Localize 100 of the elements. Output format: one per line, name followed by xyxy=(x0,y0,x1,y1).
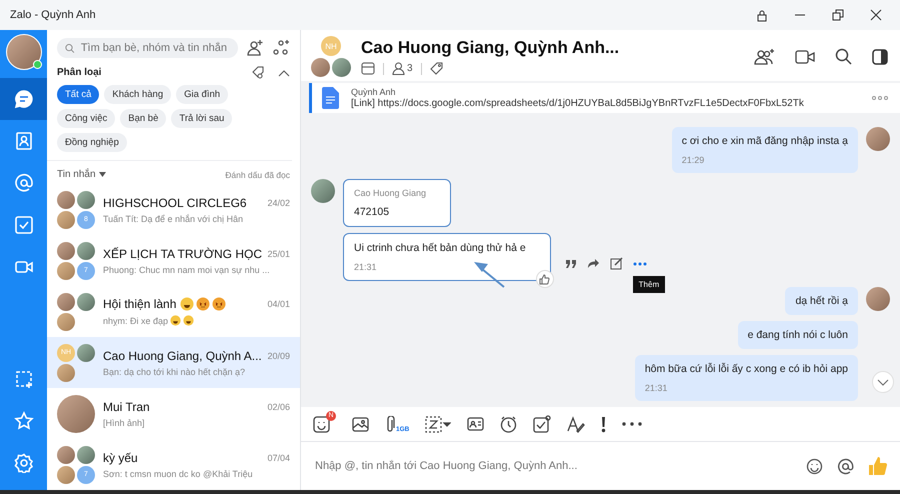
message-preview: Bạn: dạ cho tới khi nào hết chặn ạ? xyxy=(103,366,246,376)
message-text: dạ hết rồi ạ xyxy=(795,295,848,307)
conversation-time: 04/01 xyxy=(267,299,290,309)
conversation-time: 02/06 xyxy=(267,402,290,412)
emoji-icon xyxy=(212,297,226,311)
conversation-time: 07/04 xyxy=(267,452,290,462)
member-avatar xyxy=(57,446,75,464)
chat-nav-icon[interactable] xyxy=(0,78,47,120)
member-avatar xyxy=(57,292,75,310)
member-avatar xyxy=(311,58,330,77)
text-format-icon[interactable] xyxy=(567,416,586,432)
image-icon[interactable] xyxy=(352,416,369,432)
message-preview: Tuấn Tít: Dạ để e nhắn với chị Hân xyxy=(103,214,243,224)
person-icon xyxy=(392,62,405,75)
close-icon[interactable] xyxy=(870,8,882,20)
forward-icon[interactable] xyxy=(586,258,600,268)
create-group-icon[interactable] xyxy=(272,39,290,57)
conversation-item[interactable]: Mui Tran 02/06 [Hình ảnh] xyxy=(47,388,300,439)
like-button[interactable] xyxy=(536,270,554,288)
scroll-down-button[interactable] xyxy=(872,371,894,393)
filter-chip[interactable]: Trả lời sau xyxy=(171,109,232,128)
collapse-icon[interactable] xyxy=(278,68,290,76)
message-preview: [Hình ảnh] xyxy=(103,418,145,428)
video-call-icon[interactable] xyxy=(795,48,815,64)
sticker-icon xyxy=(313,416,330,432)
filter-chip[interactable]: Đồng nghiệp xyxy=(57,133,127,152)
filter-chip[interactable]: Khách hàng xyxy=(104,85,172,104)
message-time: 21:31 xyxy=(354,262,378,272)
tag-settings-icon[interactable] xyxy=(251,66,264,79)
conversation-name: XẾP LỊCH TA TRƯỜNG HỌC xyxy=(103,246,262,260)
member-avatar xyxy=(77,242,95,260)
task-icon[interactable] xyxy=(533,415,552,433)
folder-icon[interactable] xyxy=(361,62,375,75)
pinned-message-bar[interactable]: Quỳnh Anh [Link] https://docs.google.com/spreadsheets/d/1j0HZUYBaL8d5BiJgYBnRTvzFL1e5DectxF0FbxL52Tk xyxy=(309,83,900,113)
sidebar-toggle-icon[interactable] xyxy=(872,48,888,64)
urgent-icon[interactable] xyxy=(601,416,606,432)
tag-icon[interactable] xyxy=(430,62,443,75)
member-avatar xyxy=(57,466,75,484)
caret-icon xyxy=(98,172,106,177)
conversation-name: Hội thiện lành xyxy=(103,297,176,311)
mention-icon[interactable] xyxy=(837,458,854,474)
window-title: Zalo - Quỳnh Anh xyxy=(10,9,96,21)
edit-icon[interactable] xyxy=(610,257,623,270)
paperclip-icon xyxy=(385,416,395,432)
search-icon xyxy=(65,42,75,54)
message-preview: Sơn: t cmsn muon dc ko @Khải Triệu xyxy=(103,468,253,478)
thumbs-up-icon[interactable] xyxy=(868,456,888,476)
conversation-name: Mui Tran xyxy=(103,400,150,414)
message-text: e đang tính nói c luôn xyxy=(748,329,848,341)
contact-avatar xyxy=(57,394,95,432)
document-icon xyxy=(322,87,339,109)
conversation-time: 25/01 xyxy=(267,248,290,258)
member-avatar xyxy=(77,190,95,208)
emoji-icon[interactable] xyxy=(806,458,823,474)
message-text: 472105 xyxy=(354,206,390,218)
member-avatar xyxy=(57,262,75,280)
quote-icon[interactable] xyxy=(564,258,577,268)
message-preview: nhỵm: Đi xe đạp xyxy=(103,316,168,326)
reminder-clock-icon[interactable] xyxy=(500,416,518,432)
emoji-icon xyxy=(180,297,194,311)
chat-title: Cao Huong Giang, Quỳnh Anh... xyxy=(361,38,620,58)
add-member-icon[interactable] xyxy=(753,48,775,66)
mark-as-read-link[interactable]: Đánh dấu đã đọc xyxy=(225,170,290,180)
conversation-time: 24/02 xyxy=(267,198,290,208)
filter-chip[interactable]: Tất cả xyxy=(57,85,100,104)
member-avatar xyxy=(77,292,95,310)
message-sender: Cao Huong Giang xyxy=(354,188,426,198)
message-preview: Phuong: Chuc mn nam moi vạn sự nhu ... xyxy=(103,264,270,274)
screenshot-icon[interactable] xyxy=(425,416,452,432)
search-icon[interactable] xyxy=(835,48,852,65)
conversation-item[interactable]: Hội thiện lành 04/01 nhỵm: Đi xe đạp xyxy=(47,286,300,337)
more-options-icon[interactable] xyxy=(872,96,888,100)
restore-icon[interactable] xyxy=(832,8,844,20)
filter-chip[interactable]: Bạn bè xyxy=(120,109,166,128)
member-avatar xyxy=(57,364,75,382)
conversation-name: Cao Huong Giang, Quỳnh A... xyxy=(103,348,262,362)
message-text: Ui ctrinh chưa hết bản dùng thử hả e xyxy=(354,242,526,254)
lock-icon[interactable] xyxy=(756,8,768,22)
member-avatar xyxy=(57,190,75,208)
pinned-link-text: [Link] https://docs.google.com/spreadsheets/d/1j0HZUYBaL8d5BiJgYBnRTvzFL1e5DectxF0FbxL52Tk xyxy=(351,98,805,109)
member-avatar xyxy=(77,446,95,464)
members-button[interactable]: 3 xyxy=(392,62,413,75)
more-icon[interactable] xyxy=(622,422,642,426)
contact-card-icon[interactable] xyxy=(467,417,484,431)
member-avatar xyxy=(332,58,351,77)
initials-avatar: NH xyxy=(321,36,341,56)
filter-chip[interactable]: Gia đình xyxy=(176,85,228,104)
user-avatar[interactable] xyxy=(6,34,42,70)
conversation-name: kỳ yếu xyxy=(103,450,138,464)
member-avatar xyxy=(57,312,75,330)
conversation-time: 20/09 xyxy=(267,350,290,360)
pointer-arrow xyxy=(472,260,506,288)
filter-chip[interactable]: Công việc xyxy=(57,109,116,128)
member-avatar xyxy=(77,344,95,362)
message-time: 21:31 xyxy=(644,383,668,393)
thumbs-up-icon xyxy=(539,274,550,284)
message-text: hôm bữa cứ lỗi lỗi ấy c xong e có ib hỏi app xyxy=(644,363,848,375)
add-friend-icon[interactable] xyxy=(246,39,264,57)
messages-filter-dropdown[interactable]: Tin nhắn xyxy=(57,169,106,180)
member-avatar xyxy=(57,242,75,260)
